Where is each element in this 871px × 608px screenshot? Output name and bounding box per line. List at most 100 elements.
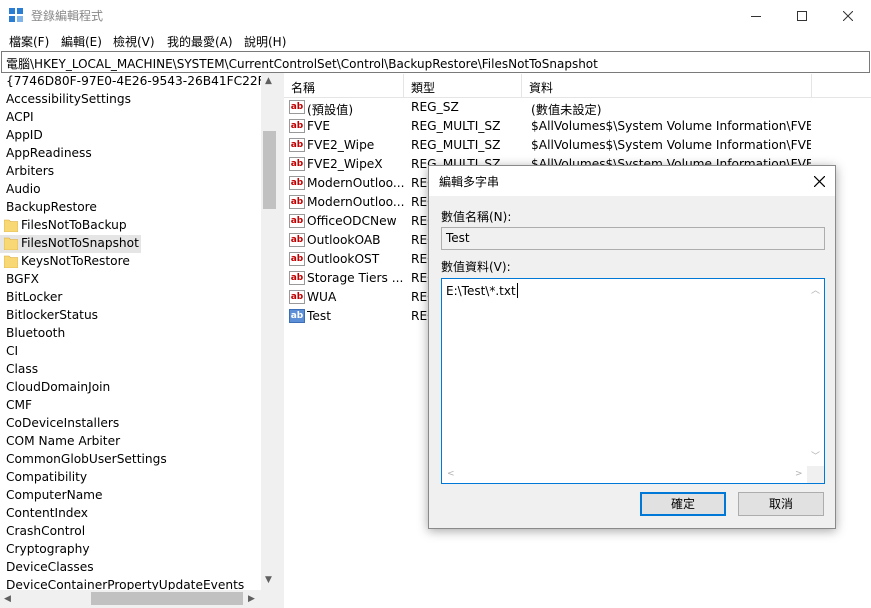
- menu-view[interactable]: 檢視(V): [113, 33, 155, 50]
- tree-item[interactable]: CI: [0, 343, 260, 361]
- tree-item-label: BackupRestore: [6, 200, 97, 214]
- tree-item[interactable]: ACPI: [0, 109, 260, 127]
- tree-vertical-scroll-thumb[interactable]: [263, 131, 276, 209]
- tree-item-label: AppID: [6, 128, 43, 142]
- folder-icon: [4, 255, 18, 268]
- value-name-label: 數值名稱(N):: [441, 210, 512, 224]
- scroll-left-icon[interactable]: ◀: [4, 594, 11, 604]
- scroll-up-icon[interactable]: ︿: [811, 283, 820, 296]
- scroll-left-icon[interactable]: <: [447, 469, 455, 479]
- tree-item[interactable]: Compatibility: [0, 469, 260, 487]
- value-name: ModernOutloo...: [307, 176, 404, 190]
- string-value-icon: ab: [289, 271, 305, 285]
- close-button[interactable]: [825, 0, 871, 31]
- value-row[interactable]: ab (預設值) REG_SZ (數值未設定): [286, 98, 871, 117]
- value-row[interactable]: ab FVE REG_MULTI_SZ $AllVolumes$\System Vol…: [286, 117, 871, 136]
- tree-item-label: CommonGlobUserSettings: [6, 452, 167, 466]
- tree-item[interactable]: DeviceClasses: [0, 559, 260, 577]
- tree-item[interactable]: Cryptography: [0, 541, 260, 559]
- minimize-icon: [751, 15, 761, 17]
- string-value-icon: ab: [289, 233, 305, 247]
- column-name[interactable]: 名稱: [291, 79, 315, 96]
- tree-item[interactable]: BitLocker: [0, 289, 260, 307]
- column-data[interactable]: 資料: [529, 79, 553, 96]
- tree-item[interactable]: FilesNotToSnapshot: [0, 235, 141, 253]
- tree-item[interactable]: COM Name Arbiter: [0, 433, 260, 451]
- tree-item[interactable]: Audio: [0, 181, 260, 199]
- tree-item-label: BitlockerStatus: [6, 308, 99, 322]
- dialog-close-button[interactable]: [805, 168, 833, 194]
- tree-item[interactable]: KeysNotToRestore: [0, 253, 136, 271]
- tree-item[interactable]: Arbiters: [0, 163, 260, 181]
- menu-favorites[interactable]: 我的最愛(A): [167, 33, 233, 50]
- tree-item[interactable]: {7746D80F-97E0-4E26-9543-26B41FC22F79}: [0, 73, 278, 91]
- tree-item-label: AppReadiness: [6, 146, 92, 160]
- tree-item[interactable]: CMF: [0, 397, 260, 415]
- scroll-right-icon[interactable]: >: [795, 469, 803, 479]
- column-divider[interactable]: [521, 74, 522, 98]
- tree-item-label: BGFX: [6, 272, 39, 286]
- tree-item[interactable]: Class: [0, 361, 260, 379]
- maximize-button[interactable]: [779, 0, 825, 31]
- tree-item[interactable]: CloudDomainJoin: [0, 379, 260, 397]
- dialog-title-bar: 編輯多字串: [429, 166, 835, 196]
- tree-item-label: Arbiters: [6, 164, 55, 178]
- value-data-textarea[interactable]: E:\Test\*.txt ︿ ﹀ < >: [441, 278, 825, 484]
- minimize-button[interactable]: [733, 0, 779, 31]
- tree-item[interactable]: ComputerName: [0, 487, 260, 505]
- tree-horizontal-scroll-thumb[interactable]: [91, 592, 243, 605]
- tree-item[interactable]: BitlockerStatus: [0, 307, 260, 325]
- tree-item[interactable]: CoDeviceInstallers: [0, 415, 260, 433]
- value-data-label: 數值資料(V):: [441, 260, 511, 274]
- close-icon: [843, 10, 853, 21]
- tree-item-label: AccessibilitySettings: [6, 92, 131, 106]
- tree-item[interactable]: ContentIndex: [0, 505, 260, 523]
- value-name: OfficeODCNew: [307, 214, 397, 228]
- window-title: 登錄編輯程式: [31, 9, 104, 23]
- menu-edit[interactable]: 編輯(E): [61, 33, 102, 50]
- value-name: FVE2_Wipe: [307, 138, 375, 152]
- scroll-right-icon[interactable]: ▶: [248, 594, 255, 604]
- tree-item-label: CrashControl: [6, 524, 86, 538]
- scroll-down-icon[interactable]: ▼: [265, 575, 272, 585]
- column-divider[interactable]: [811, 74, 812, 98]
- value-name: (預設值): [307, 103, 354, 117]
- address-bar[interactable]: 電腦\HKEY_LOCAL_MACHINE\SYSTEM\CurrentCont…: [1, 51, 870, 73]
- value-name: FVE: [307, 119, 331, 133]
- tree-item-label: Class: [6, 362, 39, 376]
- string-value-icon: ab: [289, 252, 305, 266]
- textarea-horizontal-scrollbar[interactable]: < >: [442, 466, 808, 483]
- value-row[interactable]: ab FVE2_Wipe REG_MULTI_SZ $AllVolumes$\Syst…: [286, 136, 871, 155]
- value-type: REG_MULTI_SZ: [411, 119, 501, 133]
- tree-item-label: ComputerName: [6, 488, 103, 502]
- scroll-up-icon[interactable]: ▲: [265, 76, 272, 86]
- cancel-button[interactable]: 取消: [738, 492, 824, 516]
- menu-help[interactable]: 說明(H): [244, 33, 286, 50]
- tree-item[interactable]: AccessibilitySettings: [0, 91, 260, 109]
- value-name: WUA: [307, 290, 337, 304]
- value-name: Test: [307, 309, 331, 323]
- tree-item[interactable]: AppReadiness: [0, 145, 260, 163]
- tree-item[interactable]: FilesNotToBackup: [0, 217, 136, 235]
- dialog-title: 編輯多字串: [439, 175, 500, 189]
- tree-item-label: ACPI: [6, 110, 34, 124]
- value-name: FVE2_WipeX: [307, 157, 383, 171]
- tree-item[interactable]: Bluetooth: [0, 325, 260, 343]
- menu-file[interactable]: 檔案(F): [9, 33, 49, 50]
- value-name: OutlookOST: [307, 252, 380, 266]
- value-data-line: E:\Test\*.txt: [446, 284, 516, 298]
- tree-item-label: CI: [6, 344, 19, 358]
- ok-button[interactable]: 確定: [640, 492, 726, 516]
- tree-item[interactable]: BackupRestore: [0, 199, 260, 217]
- tree-item-label: Bluetooth: [6, 326, 66, 340]
- scroll-down-icon[interactable]: ﹀: [811, 449, 820, 462]
- column-divider[interactable]: [403, 74, 404, 98]
- tree-item[interactable]: CommonGlobUserSettings: [0, 451, 260, 469]
- tree-item[interactable]: AppID: [0, 127, 260, 145]
- textarea-vertical-scrollbar[interactable]: ︿ ﹀: [807, 279, 824, 466]
- tree-item[interactable]: CrashControl: [0, 523, 260, 541]
- tree-item[interactable]: BGFX: [0, 271, 260, 289]
- value-name-field: Test: [441, 227, 825, 250]
- column-type[interactable]: 類型: [411, 79, 435, 96]
- tree-item-label: FilesNotToSnapshot: [21, 236, 139, 250]
